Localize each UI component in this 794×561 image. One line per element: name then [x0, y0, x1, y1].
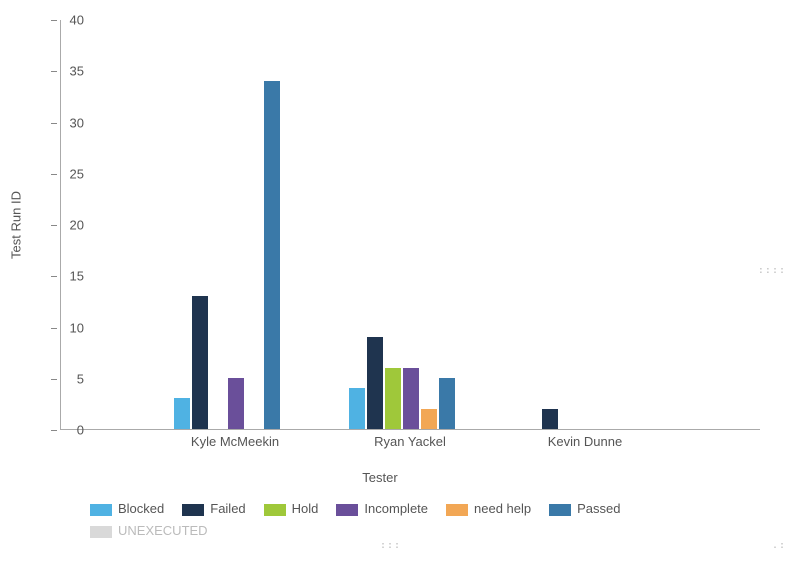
y-tick-label: 15: [70, 269, 84, 284]
legend-label: Failed: [210, 501, 245, 516]
y-tick-label: 25: [70, 166, 84, 181]
legend-item[interactable]: Hold: [264, 498, 319, 520]
legend-swatch: [90, 504, 112, 516]
bar: [542, 409, 558, 430]
legend-swatch: [336, 504, 358, 516]
plot-area: [60, 20, 760, 430]
x-tick-label: Kyle McMeekin: [145, 434, 325, 449]
y-tick: [51, 276, 57, 277]
legend-item[interactable]: Failed: [182, 498, 245, 520]
y-tick: [51, 20, 57, 21]
legend-item[interactable]: Blocked: [90, 498, 164, 520]
bar: [192, 296, 208, 429]
legend-label: Incomplete: [364, 501, 428, 516]
y-tick-label: 40: [70, 13, 84, 28]
chart: [60, 20, 760, 460]
bar: [421, 409, 437, 430]
bar: [264, 81, 280, 430]
bar: [228, 378, 244, 429]
legend-swatch: [446, 504, 468, 516]
y-tick: [51, 379, 57, 380]
y-tick-label: 30: [70, 115, 84, 130]
y-tick: [51, 123, 57, 124]
resize-corner-icon[interactable]: .:: [772, 540, 786, 551]
legend-label: Passed: [577, 501, 620, 516]
bar: [385, 368, 401, 430]
legend-item[interactable]: need help: [446, 498, 531, 520]
legend-label: Hold: [292, 501, 319, 516]
legend-label: Blocked: [118, 501, 164, 516]
x-axis-label: Tester: [0, 470, 760, 485]
y-tick-label: 35: [70, 64, 84, 79]
legend-swatch: [90, 526, 112, 538]
y-tick: [51, 225, 57, 226]
bar: [349, 388, 365, 429]
y-tick-label: 10: [70, 320, 84, 335]
bar: [174, 398, 190, 429]
x-tick-label: Ryan Yackel: [320, 434, 500, 449]
legend-item[interactable]: Incomplete: [336, 498, 428, 520]
y-tick: [51, 328, 57, 329]
y-axis-label: Test Run ID: [9, 191, 24, 259]
y-tick-label: 20: [70, 218, 84, 233]
legend-swatch: [264, 504, 286, 516]
bar: [403, 368, 419, 430]
legend-swatch: [182, 504, 204, 516]
y-tick: [51, 430, 57, 431]
legend: Blocked Failed Hold Incomplete need help Pass…: [90, 498, 730, 542]
legend-item[interactable]: UNEXECUTED: [90, 520, 208, 542]
bar: [439, 378, 455, 429]
resize-bottom-icon[interactable]: :::: [380, 540, 401, 551]
legend-label: UNEXECUTED: [118, 523, 208, 538]
y-tick-label: 0: [77, 423, 84, 438]
y-tick: [51, 71, 57, 72]
y-tick-label: 5: [77, 371, 84, 386]
resize-handle-icon[interactable]: ::::: [758, 265, 786, 276]
bar: [367, 337, 383, 429]
legend-swatch: [549, 504, 571, 516]
x-tick-label: Kevin Dunne: [495, 434, 675, 449]
legend-item[interactable]: Passed: [549, 498, 620, 520]
y-tick: [51, 174, 57, 175]
legend-label: need help: [474, 501, 531, 516]
